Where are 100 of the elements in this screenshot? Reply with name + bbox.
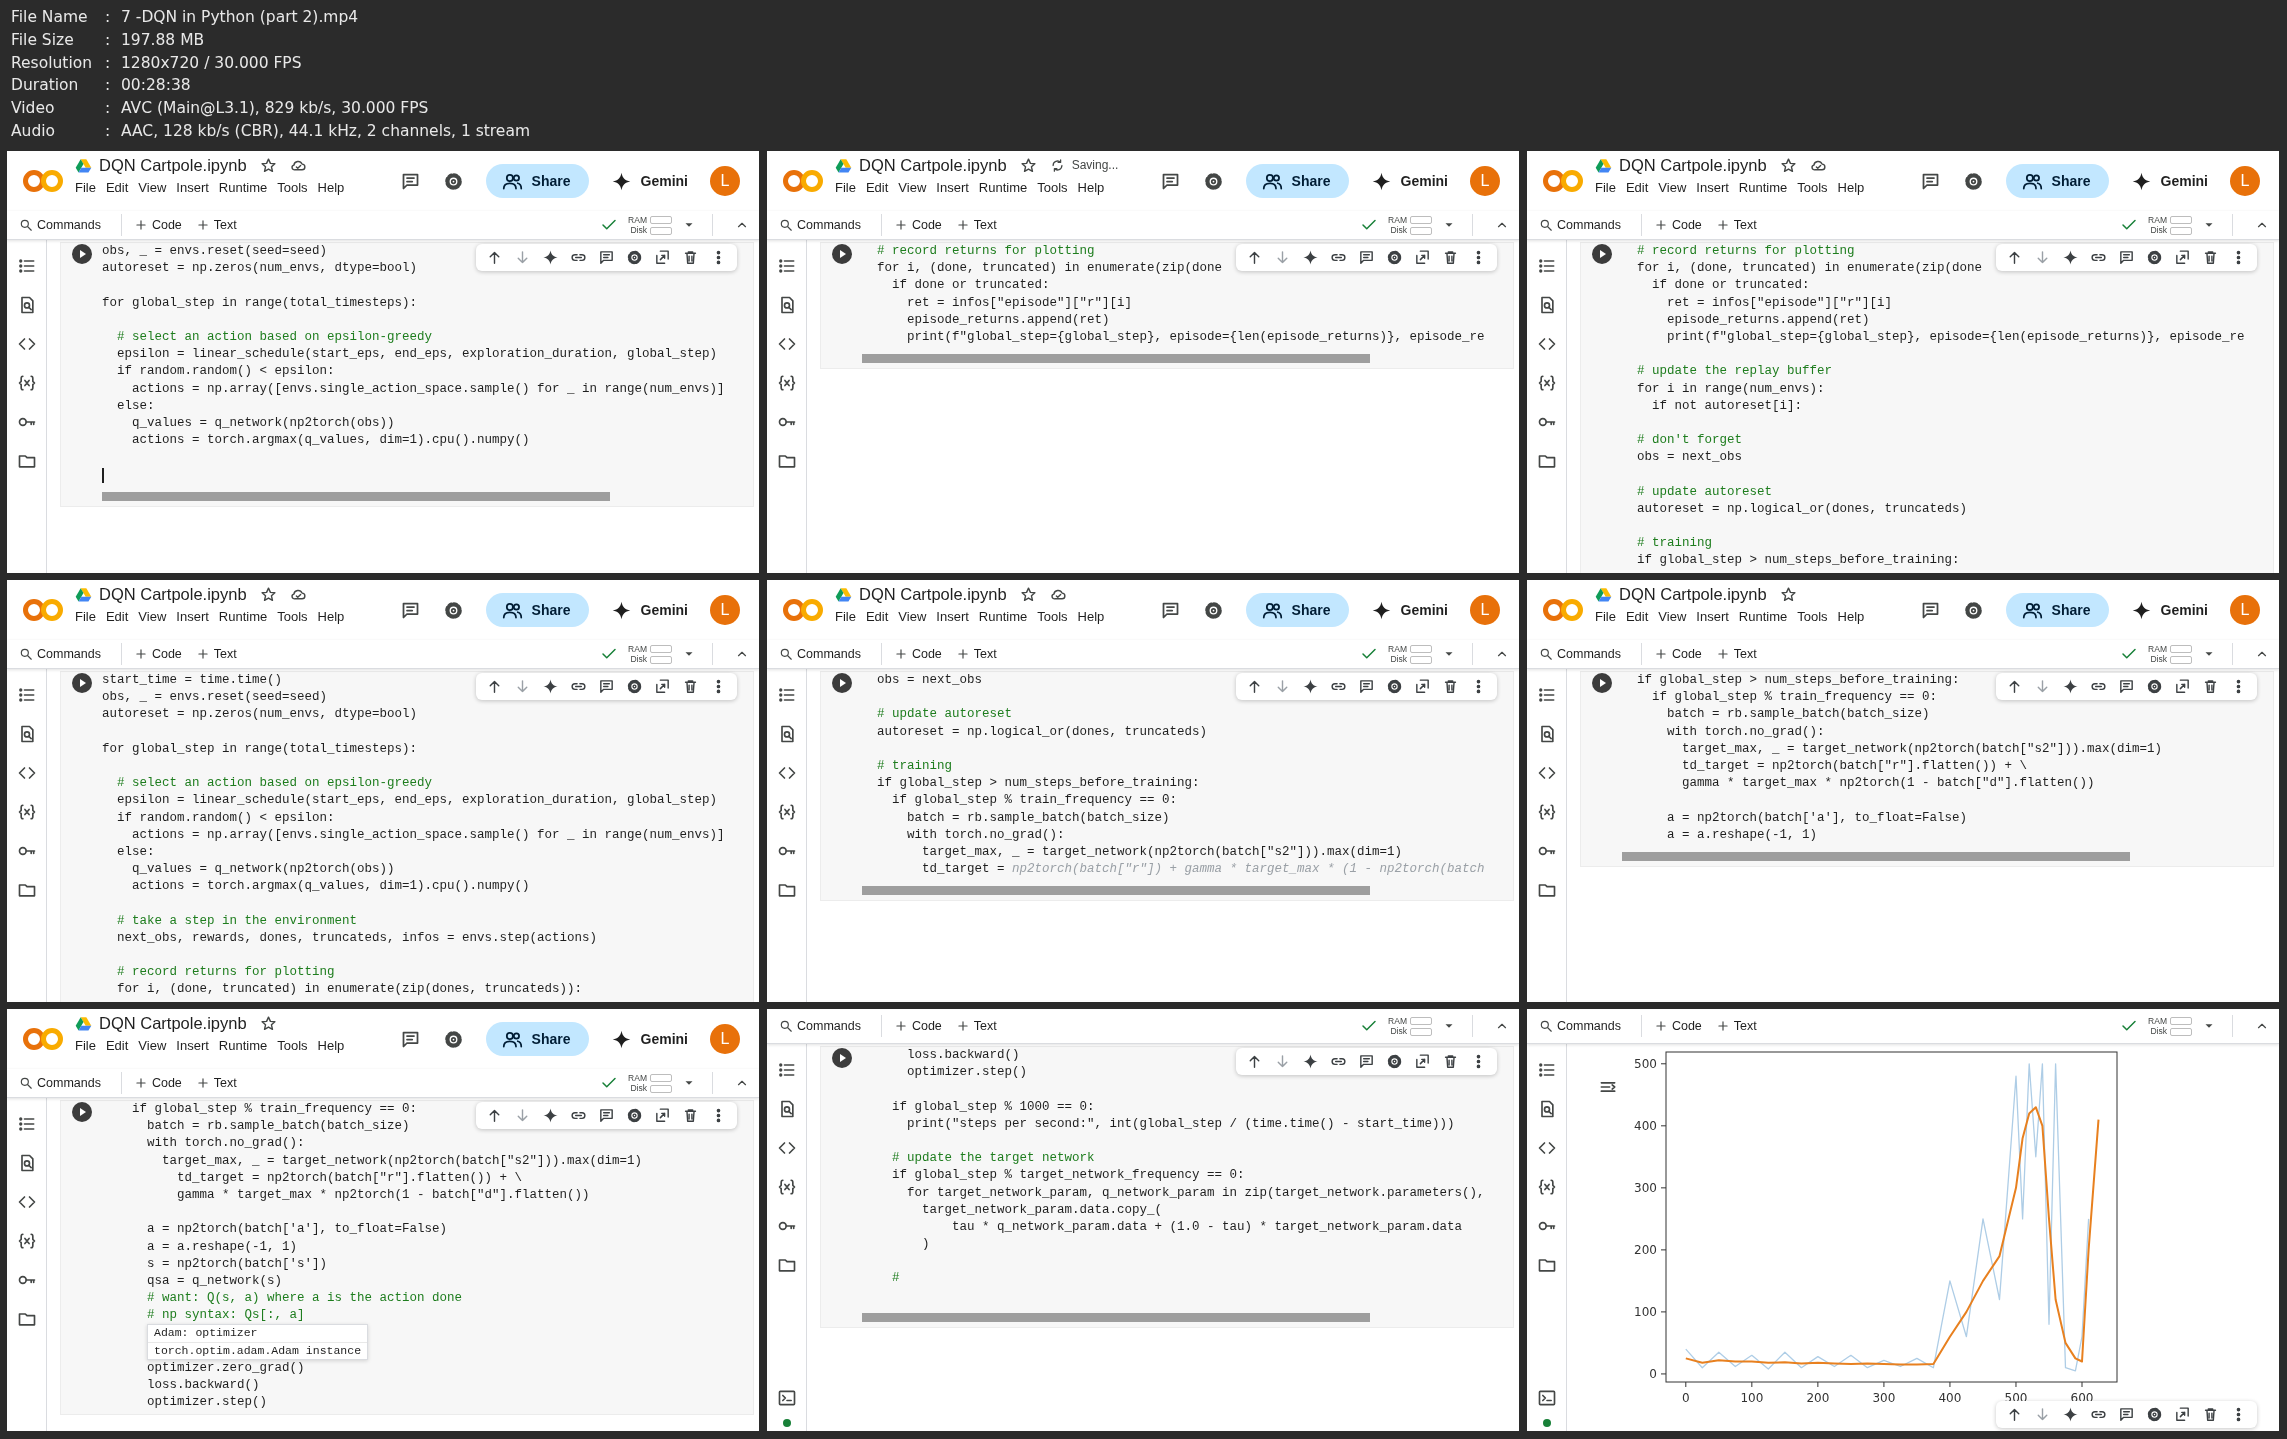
add-text-button[interactable]: Text [955, 218, 1005, 232]
run-button[interactable] [71, 244, 92, 264]
settings-icon[interactable] [2146, 249, 2163, 266]
resource-indicator[interactable]: RAM Disk [628, 1073, 672, 1093]
colab-logo[interactable] [21, 1026, 65, 1052]
delete-icon[interactable] [1442, 249, 1459, 266]
menu-item[interactable]: Insert [176, 1037, 209, 1053]
mirror-icon[interactable] [654, 678, 671, 695]
commands-button[interactable]: Commands [779, 647, 869, 661]
gemini-button[interactable]: Gemini [610, 170, 688, 192]
menu-item[interactable]: Tools [1797, 179, 1828, 195]
star-icon[interactable] [1779, 156, 1797, 174]
add-text-button[interactable]: Text [1715, 647, 1765, 661]
table-of-contents-icon[interactable] [16, 256, 37, 276]
menu-item[interactable]: Runtime [1738, 179, 1788, 195]
settings-icon[interactable] [1386, 1053, 1403, 1070]
horizontal-scrollbar[interactable] [862, 354, 1370, 364]
menu-item[interactable]: Edit [105, 608, 129, 624]
menu-item[interactable]: Edit [1625, 608, 1649, 624]
table-of-contents-icon[interactable] [1536, 685, 1557, 705]
sparkle-icon[interactable] [2062, 1406, 2079, 1423]
add-code-button[interactable]: Code [893, 1019, 950, 1033]
mirror-icon[interactable] [1414, 1053, 1431, 1070]
settings-icon[interactable] [442, 1028, 464, 1050]
menu-item[interactable]: Help [317, 179, 345, 195]
settings-icon[interactable] [1962, 599, 1984, 621]
settings-icon[interactable] [1386, 249, 1403, 266]
table-of-contents-icon[interactable] [16, 1114, 37, 1134]
menu-item[interactable]: View [898, 179, 927, 195]
variables-icon[interactable] [1536, 1177, 1557, 1197]
mirror-icon[interactable] [2174, 1406, 2191, 1423]
terminal-icon[interactable] [1536, 1388, 1557, 1408]
notebook-title[interactable]: DQN Cartpole.ipynb [99, 155, 247, 175]
resource-indicator[interactable]: RAM Disk [628, 215, 672, 235]
menu-item[interactable]: Tools [1037, 179, 1068, 195]
menu-item[interactable]: Help [1077, 608, 1105, 624]
variables-icon[interactable] [16, 802, 37, 822]
table-of-contents-icon[interactable] [1536, 256, 1557, 276]
gemini-button[interactable]: Gemini [610, 599, 688, 621]
variables-icon[interactable] [16, 373, 37, 393]
colab-logo[interactable] [1541, 168, 1585, 194]
settings-icon[interactable] [2146, 1406, 2163, 1423]
horizontal-scrollbar[interactable] [1622, 851, 2130, 861]
delete-icon[interactable] [2202, 678, 2219, 695]
settings-icon[interactable] [1202, 599, 1224, 621]
menu-item[interactable]: Runtime [1738, 608, 1788, 624]
menu-item[interactable]: Runtime [218, 1037, 268, 1053]
menu-item[interactable]: File [75, 1037, 96, 1053]
tooltip-row[interactable]: torch.optim.adam.Adam instance [148, 1341, 368, 1359]
add-code-button[interactable]: Code [1653, 218, 1710, 232]
menu-item[interactable]: Edit [865, 608, 889, 624]
table-of-contents-icon[interactable] [776, 1060, 797, 1080]
comment-icon[interactable] [1358, 1053, 1375, 1070]
menu-item[interactable]: File [75, 608, 96, 624]
settings-icon[interactable] [1386, 678, 1403, 695]
sparkle-icon[interactable] [2062, 678, 2079, 695]
table-of-contents-icon[interactable] [776, 685, 797, 705]
resource-indicator[interactable]: RAM Disk [1388, 644, 1432, 664]
add-code-button[interactable]: Code [133, 218, 190, 232]
run-button[interactable] [71, 673, 92, 693]
star-icon[interactable] [259, 1014, 277, 1032]
settings-icon[interactable] [626, 249, 643, 266]
share-button[interactable]: Share [485, 1022, 589, 1056]
menu-item[interactable]: View [898, 608, 927, 624]
sparkle-icon[interactable] [542, 1107, 559, 1124]
delete-icon[interactable] [682, 249, 699, 266]
resource-indicator[interactable]: RAM Disk [2148, 644, 2192, 664]
code-cell[interactable] [821, 672, 1513, 901]
commands-button[interactable]: Commands [19, 647, 109, 661]
run-button[interactable] [71, 1102, 92, 1122]
star-icon[interactable] [259, 156, 277, 174]
settings-icon[interactable] [2146, 678, 2163, 695]
menu-item[interactable]: Tools [277, 608, 308, 624]
menu-item[interactable]: Tools [1037, 608, 1068, 624]
notebook-title[interactable]: DQN Cartpole.ipynb [1619, 155, 1767, 175]
tooltip-row[interactable]: Adam: optimizer [148, 1325, 368, 1342]
menu-item[interactable]: Insert [176, 608, 209, 624]
sparkle-icon[interactable] [542, 678, 559, 695]
colab-logo[interactable] [781, 168, 825, 194]
delete-icon[interactable] [1442, 678, 1459, 695]
delete-icon[interactable] [682, 1107, 699, 1124]
add-text-button[interactable]: Text [955, 1019, 1005, 1033]
commands-button[interactable]: Commands [1539, 1019, 1629, 1033]
comment-icon[interactable] [598, 249, 615, 266]
menu-item[interactable]: File [75, 179, 96, 195]
notebook-title[interactable]: DQN Cartpole.ipynb [99, 584, 247, 604]
menu-item[interactable]: View [1658, 179, 1687, 195]
share-button[interactable]: Share [2005, 593, 2109, 627]
colab-logo[interactable] [21, 597, 65, 623]
settings-icon[interactable] [626, 1107, 643, 1124]
resource-indicator[interactable]: RAM Disk [2148, 215, 2192, 235]
menu-item[interactable]: Insert [176, 179, 209, 195]
commands-button[interactable]: Commands [19, 1076, 109, 1090]
resource-indicator[interactable]: RAM Disk [628, 644, 672, 664]
resource-indicator[interactable]: RAM Disk [2148, 1016, 2192, 1036]
comment-icon[interactable] [598, 1107, 615, 1124]
menu-item[interactable]: Insert [1696, 179, 1729, 195]
sparkle-icon[interactable] [1302, 678, 1319, 695]
run-button[interactable] [1591, 244, 1612, 264]
add-code-button[interactable]: Code [893, 218, 950, 232]
